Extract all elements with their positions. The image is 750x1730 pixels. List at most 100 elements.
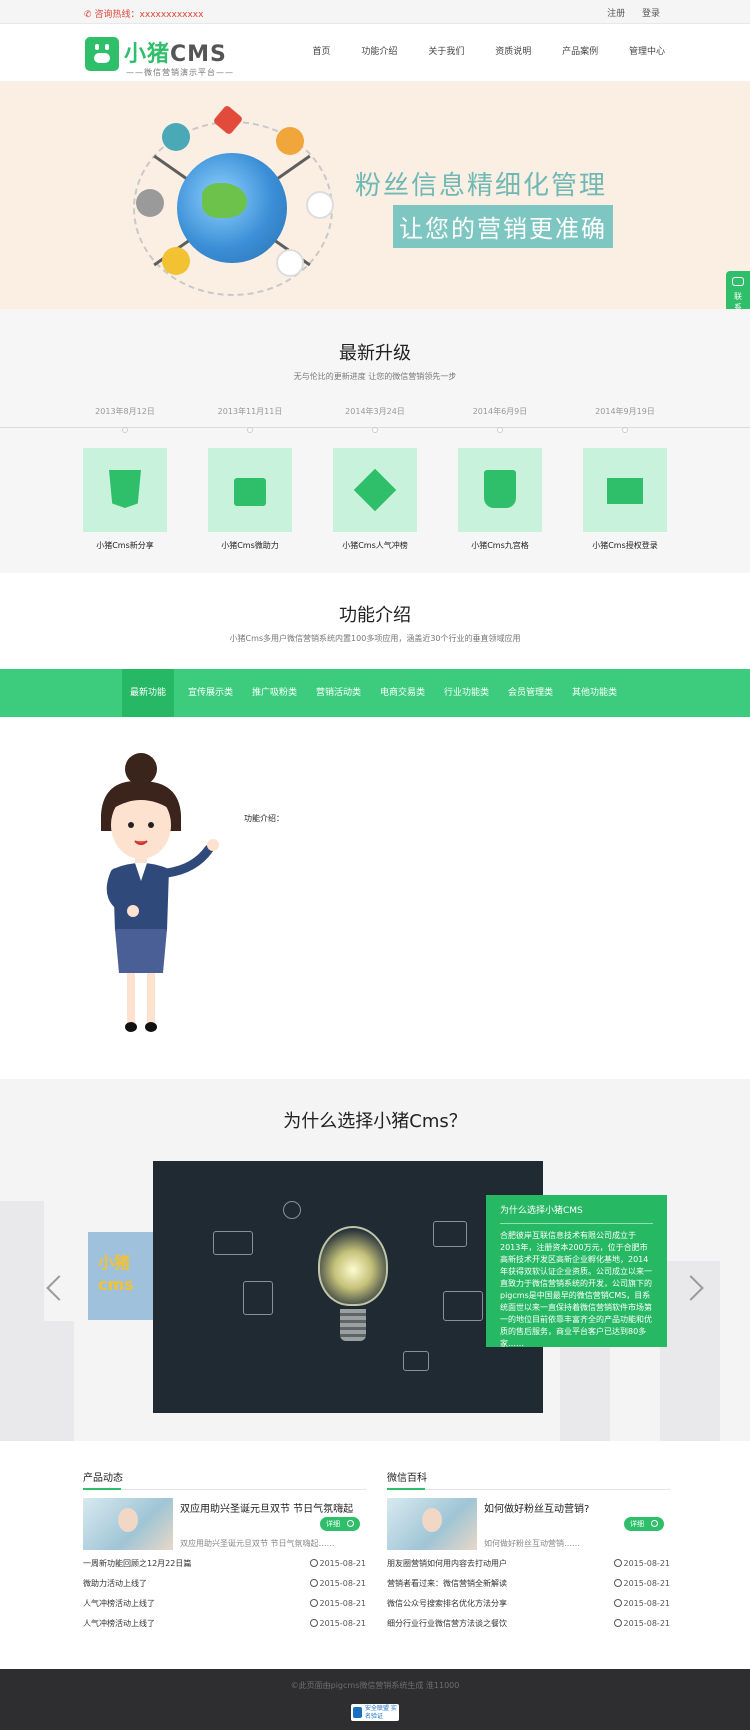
previous-slide-thumbnail[interactable]: 小猪 cms: [88, 1232, 153, 1320]
timeline-dot: [497, 427, 503, 433]
news-row-title[interactable]: 朋友圈营销如何用内容去打动用户: [387, 1559, 507, 1568]
news-row[interactable]: 人气冲榜活动上线了 2015-08-21: [83, 1614, 366, 1634]
city-silhouette: [44, 1321, 74, 1441]
featured-news[interactable]: 双应用助兴圣诞元旦双节 节日气氛嗨起 详细 双应用助兴圣诞元旦双节 节日气氛嗨起…: [83, 1498, 366, 1554]
news-column-product: 产品动态 双应用助兴圣诞元旦双节 节日气氛嗨起 详细 双应用助兴圣诞元旦双节 节…: [83, 1469, 366, 1634]
user-avatar-icon: [136, 189, 164, 217]
news-thumbnail[interactable]: [83, 1498, 173, 1550]
tab-latest[interactable]: 最新功能: [122, 669, 175, 717]
featured-news[interactable]: 如何做好粉丝互动营销? 详细 如何做好粉丝互动营销……: [387, 1498, 670, 1554]
upgrade-card[interactable]: [583, 448, 667, 532]
news-row-title[interactable]: 细分行业行业微信营方法谈之餐饮: [387, 1619, 507, 1628]
featured-news-title[interactable]: 双应用助兴圣诞元旦双节 节日气氛嗨起: [180, 1500, 353, 1515]
tab-industry[interactable]: 行业功能类: [436, 669, 497, 717]
news-row[interactable]: 一周新功能回顾之12月22日篇 2015-08-21: [83, 1554, 366, 1574]
footer-copyright: ©此页面由pigcms微信营销系统生成 淮11000: [290, 1681, 460, 1690]
news-row[interactable]: 细分行业行业微信营方法谈之餐饮 2015-08-21: [387, 1614, 670, 1634]
news-row-date: 2015-08-21: [309, 1614, 366, 1634]
user-avatar-icon: [162, 247, 190, 275]
news-row[interactable]: 微助力活动上线了 2015-08-21: [83, 1574, 366, 1594]
news-row-date: 2015-08-21: [613, 1614, 670, 1634]
upgrade-date: 2013年8月12日: [95, 407, 155, 416]
why-title: 为什么选择小猪Cms？: [283, 1111, 467, 1132]
doodle-sketch: [243, 1281, 273, 1315]
timeline-dot: [122, 427, 128, 433]
upgrade-card[interactable]: [208, 448, 292, 532]
news-row-title[interactable]: 微助力活动上线了: [83, 1579, 147, 1588]
news-thumbnail[interactable]: [387, 1498, 477, 1550]
chat-icon: [732, 277, 744, 286]
upgrade-date: 2013年11月11日: [217, 407, 283, 416]
details-button[interactable]: 详细: [320, 1517, 360, 1531]
tab-promotion-display[interactable]: 宣传展示类: [180, 669, 241, 717]
nav-cases[interactable]: 产品案例: [562, 47, 598, 57]
tab-membership[interactable]: 会员管理类: [500, 669, 561, 717]
news-row-date: 2015-08-21: [613, 1554, 670, 1574]
upgrade-card[interactable]: [333, 448, 417, 532]
news-row-title[interactable]: 微信公众号搜索排名优化方法分享: [387, 1599, 507, 1608]
upgrade-subtitle: 无与伦比的更新进度 让您的微信营销领先一步: [293, 372, 457, 381]
upgrade-card[interactable]: [83, 448, 167, 532]
timeline-dot: [372, 427, 378, 433]
carousel-slide[interactable]: [153, 1161, 543, 1413]
register-link[interactable]: 注册: [607, 9, 625, 19]
news-row-date: 2015-08-21: [309, 1574, 366, 1594]
user-avatar-icon: [276, 249, 304, 277]
news-row[interactable]: 人气冲榜活动上线了 2015-08-21: [83, 1594, 366, 1614]
nav-features[interactable]: 功能介绍: [361, 47, 397, 57]
details-button[interactable]: 详细: [624, 1517, 664, 1531]
logo-title-cms: CMS: [170, 42, 227, 67]
clock-icon: [309, 1559, 318, 1567]
upgrade-item[interactable]: 2014年6月9日 小猪Cms九宫格: [458, 406, 542, 551]
nav-qualification[interactable]: 资质说明: [495, 47, 531, 57]
carousel-prev-arrow-icon[interactable]: [46, 1275, 72, 1301]
timeline-dot: [622, 427, 628, 433]
hotline: ✆ 咨询热线：xxxxxxxxxxxx: [84, 7, 206, 20]
tab-fan-growth[interactable]: 推广吸粉类: [244, 669, 305, 717]
nav-about[interactable]: 关于我们: [428, 47, 464, 57]
why-section: 为什么选择小猪Cms？ 小猪 cms 为什么选择小猪CMS 合肥彼岸互联信息技术…: [0, 1079, 750, 1441]
upgrade-label: 小猪Cms微助力: [221, 541, 279, 550]
html5-icon: [109, 470, 141, 508]
featured-news-title[interactable]: 如何做好粉丝互动营销?: [484, 1500, 589, 1515]
hero-banner[interactable]: 粉丝信息精细化管理 让您的营销更准确 联系客服: [0, 81, 750, 309]
pig-logo-icon[interactable]: [85, 37, 119, 71]
tab-other[interactable]: 其他功能类: [564, 669, 625, 717]
user-avatar-icon: [276, 127, 304, 155]
upgrade-item[interactable]: 2013年11月11日 小猪Cms微助力: [208, 406, 292, 551]
feature-title: 功能介绍: [339, 605, 411, 626]
news-row[interactable]: 营销者看过来：微信营销全新解读 2015-08-21: [387, 1574, 670, 1594]
clock-icon: [309, 1579, 318, 1587]
doodle-sketch: [283, 1201, 301, 1219]
upgrade-item[interactable]: 2014年3月24日 小猪Cms人气冲榜: [333, 406, 417, 551]
tab-marketing-events[interactable]: 营销活动类: [308, 669, 369, 717]
upgrade-date: 2014年6月9日: [472, 407, 528, 416]
previous-slide-text: 小猪 cms: [98, 1253, 134, 1294]
lightbulb-icon: [318, 1226, 388, 1306]
upgrade-item[interactable]: 2013年8月12日 小猪Cms新分享: [83, 406, 167, 551]
footer: ©此页面由pigcms微信营销系统生成 淮11000 安全联盟 实名验证: [0, 1669, 750, 1730]
wechat-bag-icon: [484, 470, 516, 508]
news-row-title[interactable]: 营销者看过来：微信营销全新解读: [387, 1579, 507, 1588]
nav-admin[interactable]: 管理中心: [629, 47, 665, 57]
account-links: 注册 登录: [593, 6, 660, 19]
tab-ecommerce[interactable]: 电商交易类: [372, 669, 433, 717]
clock-icon: [613, 1619, 622, 1627]
nav-home[interactable]: 首页: [313, 47, 331, 57]
news-row-date: 2015-08-21: [309, 1554, 366, 1574]
security-verified-badge[interactable]: 安全联盟 实名验证: [351, 1704, 399, 1721]
logo-title[interactable]: 小猪CMS: [124, 36, 227, 68]
upgrade-item[interactable]: 2014年9月19日 小猪Cms授权登录: [583, 406, 667, 551]
user-avatar-icon: [162, 123, 190, 151]
news-row[interactable]: 朋友圈营销如何用内容去打动用户 2015-08-21: [387, 1554, 670, 1574]
ballot-box-icon: [234, 478, 266, 506]
news-row-title[interactable]: 人气冲榜活动上线了: [83, 1619, 155, 1628]
upgrade-card[interactable]: [458, 448, 542, 532]
contact-service-tab[interactable]: 联系客服: [726, 271, 750, 309]
news-row-title[interactable]: 一周新功能回顾之12月22日篇: [83, 1559, 191, 1568]
login-link[interactable]: 登录: [642, 9, 660, 19]
news-row-title[interactable]: 人气冲榜活动上线了: [83, 1599, 155, 1608]
timeline-dot: [247, 427, 253, 433]
feature-subtitle: 小猪Cms多用户微信营销系统内置100多项应用，涵盖近30个行业的垂直领域应用: [229, 634, 521, 643]
news-row[interactable]: 微信公众号搜索排名优化方法分享 2015-08-21: [387, 1594, 670, 1614]
